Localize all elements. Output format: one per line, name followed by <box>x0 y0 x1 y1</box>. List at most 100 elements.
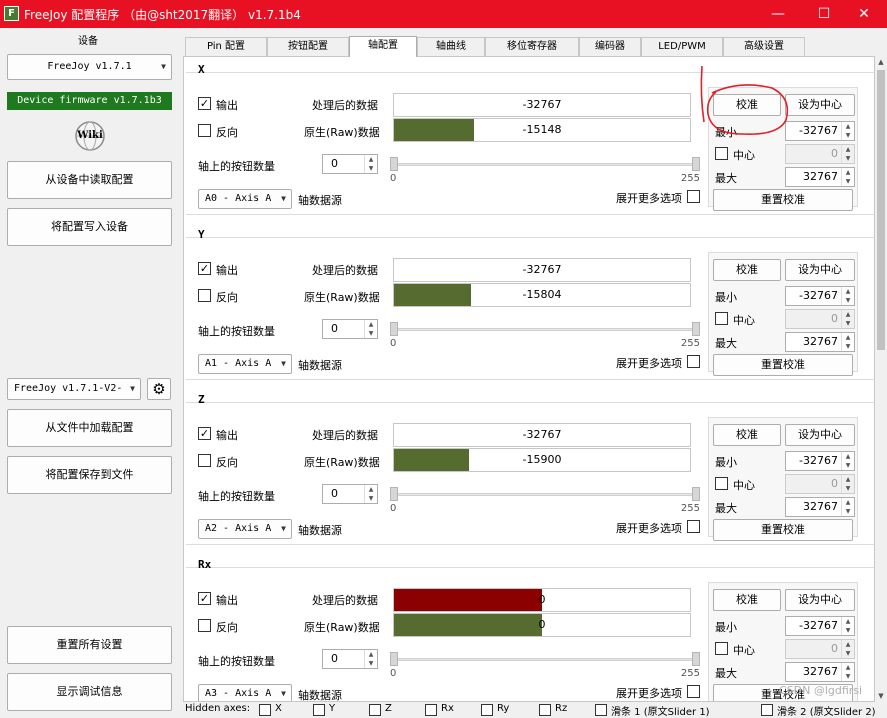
center-spinbox[interactable]: 0 ▲ ▼ <box>785 474 855 494</box>
buttons-count-spinbox[interactable]: 0 ▲ ▼ <box>322 484 378 504</box>
wiki-globe-icon[interactable]: Wiki <box>74 120 106 152</box>
spin-arrows-icon[interactable]: ▲ ▼ <box>841 287 854 305</box>
minimize-button[interactable]: — <box>755 0 801 28</box>
expand-more-checkbox[interactable] <box>687 355 700 368</box>
scroll-down-arrow-icon[interactable]: ▼ <box>875 690 887 702</box>
invert-checkbox[interactable] <box>198 289 211 302</box>
expand-more-checkbox[interactable] <box>687 190 700 203</box>
min-spinbox[interactable]: -32767 ▲ ▼ <box>785 286 855 306</box>
read-from-device-button[interactable]: 从设备中读取配置 <box>7 161 172 199</box>
axis-button-slider[interactable]: 0 255 <box>390 157 700 184</box>
spin-arrows-icon[interactable]: ▲ ▼ <box>841 310 854 328</box>
save-to-file-button[interactable]: 将配置保存到文件 <box>7 456 172 494</box>
spin-arrows-icon[interactable]: ▲ ▼ <box>841 452 854 470</box>
output-checkbox[interactable]: ✓ <box>198 592 211 605</box>
center-spinbox[interactable]: 0 ▲ ▼ <box>785 144 855 164</box>
center-checkbox[interactable] <box>715 477 728 490</box>
center-checkbox[interactable] <box>715 312 728 325</box>
config-select[interactable]: FreeJoy v1.7.1-V2- ▼ <box>7 378 141 400</box>
load-from-file-button[interactable]: 从文件中加载配置 <box>7 409 172 447</box>
max-spinbox[interactable]: 32767 ▲ ▼ <box>785 662 855 682</box>
center-spinbox[interactable]: 0 ▲ ▼ <box>785 639 855 659</box>
hidden-axis-checkbox-1[interactable] <box>313 704 325 716</box>
output-checkbox[interactable]: ✓ <box>198 427 211 440</box>
spin-arrows-icon[interactable]: ▲ ▼ <box>841 122 854 140</box>
expand-more-checkbox[interactable] <box>687 685 700 698</box>
tab-shift-registers[interactable]: 移位寄存器 <box>485 37 579 56</box>
calibrate-button[interactable]: 校准 <box>713 589 781 611</box>
axis-source-select[interactable]: A1 - Axis A ▼ <box>198 354 292 374</box>
set-center-button[interactable]: 设为中心 <box>785 424 855 446</box>
output-checkbox[interactable]: ✓ <box>198 262 211 275</box>
spin-arrows-icon[interactable]: ▲ ▼ <box>364 320 377 338</box>
tab-axis-curves[interactable]: 轴曲线 <box>417 37 485 56</box>
hidden-axis-checkbox-0[interactable] <box>259 704 271 716</box>
write-to-device-button[interactable]: 将配置写入设备 <box>7 208 172 246</box>
axis-source-select[interactable]: A0 - Axis A ▼ <box>198 189 292 209</box>
tab-led-pwm[interactable]: LED/PWM <box>641 37 723 56</box>
slider-handle-left[interactable] <box>390 652 398 666</box>
spin-arrows-icon[interactable]: ▲ ▼ <box>364 650 377 668</box>
calibrate-button[interactable]: 校准 <box>713 259 781 281</box>
spin-arrows-icon[interactable]: ▲ ▼ <box>841 498 854 516</box>
reset-calibration-button[interactable]: 重置校准 <box>713 519 853 541</box>
tab-advanced[interactable]: 高级设置 <box>723 37 805 56</box>
set-center-button[interactable]: 设为中心 <box>785 589 855 611</box>
set-center-button[interactable]: 设为中心 <box>785 94 855 116</box>
min-spinbox[interactable]: -32767 ▲ ▼ <box>785 121 855 141</box>
center-spinbox[interactable]: 0 ▲ ▼ <box>785 309 855 329</box>
slider-handle-right[interactable] <box>692 322 700 336</box>
expand-more-checkbox[interactable] <box>687 520 700 533</box>
output-checkbox[interactable]: ✓ <box>198 97 211 110</box>
axis-source-select[interactable]: A2 - Axis A ▼ <box>198 519 292 539</box>
max-spinbox[interactable]: 32767 ▲ ▼ <box>785 332 855 352</box>
spin-arrows-icon[interactable]: ▲ ▼ <box>841 640 854 658</box>
spin-arrows-icon[interactable]: ▲ ▼ <box>841 333 854 351</box>
spin-arrows-icon[interactable]: ▲ ▼ <box>841 663 854 681</box>
center-checkbox[interactable] <box>715 147 728 160</box>
axis-button-slider[interactable]: 0 255 <box>390 322 700 349</box>
buttons-count-spinbox[interactable]: 0 ▲ ▼ <box>322 154 378 174</box>
center-checkbox[interactable] <box>715 642 728 655</box>
hidden-axis-checkbox-4[interactable] <box>481 704 493 716</box>
spin-arrows-icon[interactable]: ▲ ▼ <box>364 485 377 503</box>
spin-arrows-icon[interactable]: ▲ ▼ <box>841 617 854 635</box>
tab-encoders[interactable]: 编码器 <box>579 37 641 56</box>
scrollbar-thumb[interactable] <box>877 70 885 350</box>
reset-calibration-button[interactable]: 重置校准 <box>713 354 853 376</box>
device-select[interactable]: FreeJoy v1.7.1 ▼ <box>7 54 172 80</box>
spin-arrows-icon[interactable]: ▲ ▼ <box>841 475 854 493</box>
hidden-axis-checkbox-5[interactable] <box>539 704 551 716</box>
hidden-axis-checkbox-2[interactable] <box>369 704 381 716</box>
hidden-axis-checkbox-7[interactable] <box>761 704 773 716</box>
show-debug-button[interactable]: 显示调试信息 <box>7 673 172 711</box>
tab-axis-config[interactable]: 轴配置 <box>349 36 417 57</box>
tab-pin-config[interactable]: Pin 配置 <box>185 37 267 56</box>
reset-calibration-button[interactable]: 重置校准 <box>713 189 853 211</box>
calibrate-button[interactable]: 校准 <box>713 424 781 446</box>
invert-checkbox[interactable] <box>198 619 211 632</box>
calibrate-button[interactable]: 校准 <box>713 94 781 116</box>
settings-gear-button[interactable]: ⚙ <box>147 378 171 400</box>
hidden-axis-checkbox-6[interactable] <box>595 704 607 716</box>
invert-checkbox[interactable] <box>198 454 211 467</box>
slider-handle-left[interactable] <box>390 157 398 171</box>
buttons-count-spinbox[interactable]: 0 ▲ ▼ <box>322 319 378 339</box>
min-spinbox[interactable]: -32767 ▲ ▼ <box>785 451 855 471</box>
hidden-axis-checkbox-3[interactable] <box>425 704 437 716</box>
tab-button-config[interactable]: 按钮配置 <box>267 37 349 56</box>
spin-arrows-icon[interactable]: ▲ ▼ <box>841 145 854 163</box>
axis-button-slider[interactable]: 0 255 <box>390 487 700 514</box>
vertical-scrollbar[interactable]: ▲ ▼ <box>875 56 887 702</box>
spin-arrows-icon[interactable]: ▲ ▼ <box>364 155 377 173</box>
min-spinbox[interactable]: -32767 ▲ ▼ <box>785 616 855 636</box>
set-center-button[interactable]: 设为中心 <box>785 259 855 281</box>
buttons-count-spinbox[interactable]: 0 ▲ ▼ <box>322 649 378 669</box>
max-spinbox[interactable]: 32767 ▲ ▼ <box>785 497 855 517</box>
slider-handle-right[interactable] <box>692 652 700 666</box>
slider-handle-left[interactable] <box>390 322 398 336</box>
max-spinbox[interactable]: 32767 ▲ ▼ <box>785 167 855 187</box>
slider-handle-right[interactable] <box>692 487 700 501</box>
axis-button-slider[interactable]: 0 255 <box>390 652 700 679</box>
scroll-up-arrow-icon[interactable]: ▲ <box>875 56 887 68</box>
